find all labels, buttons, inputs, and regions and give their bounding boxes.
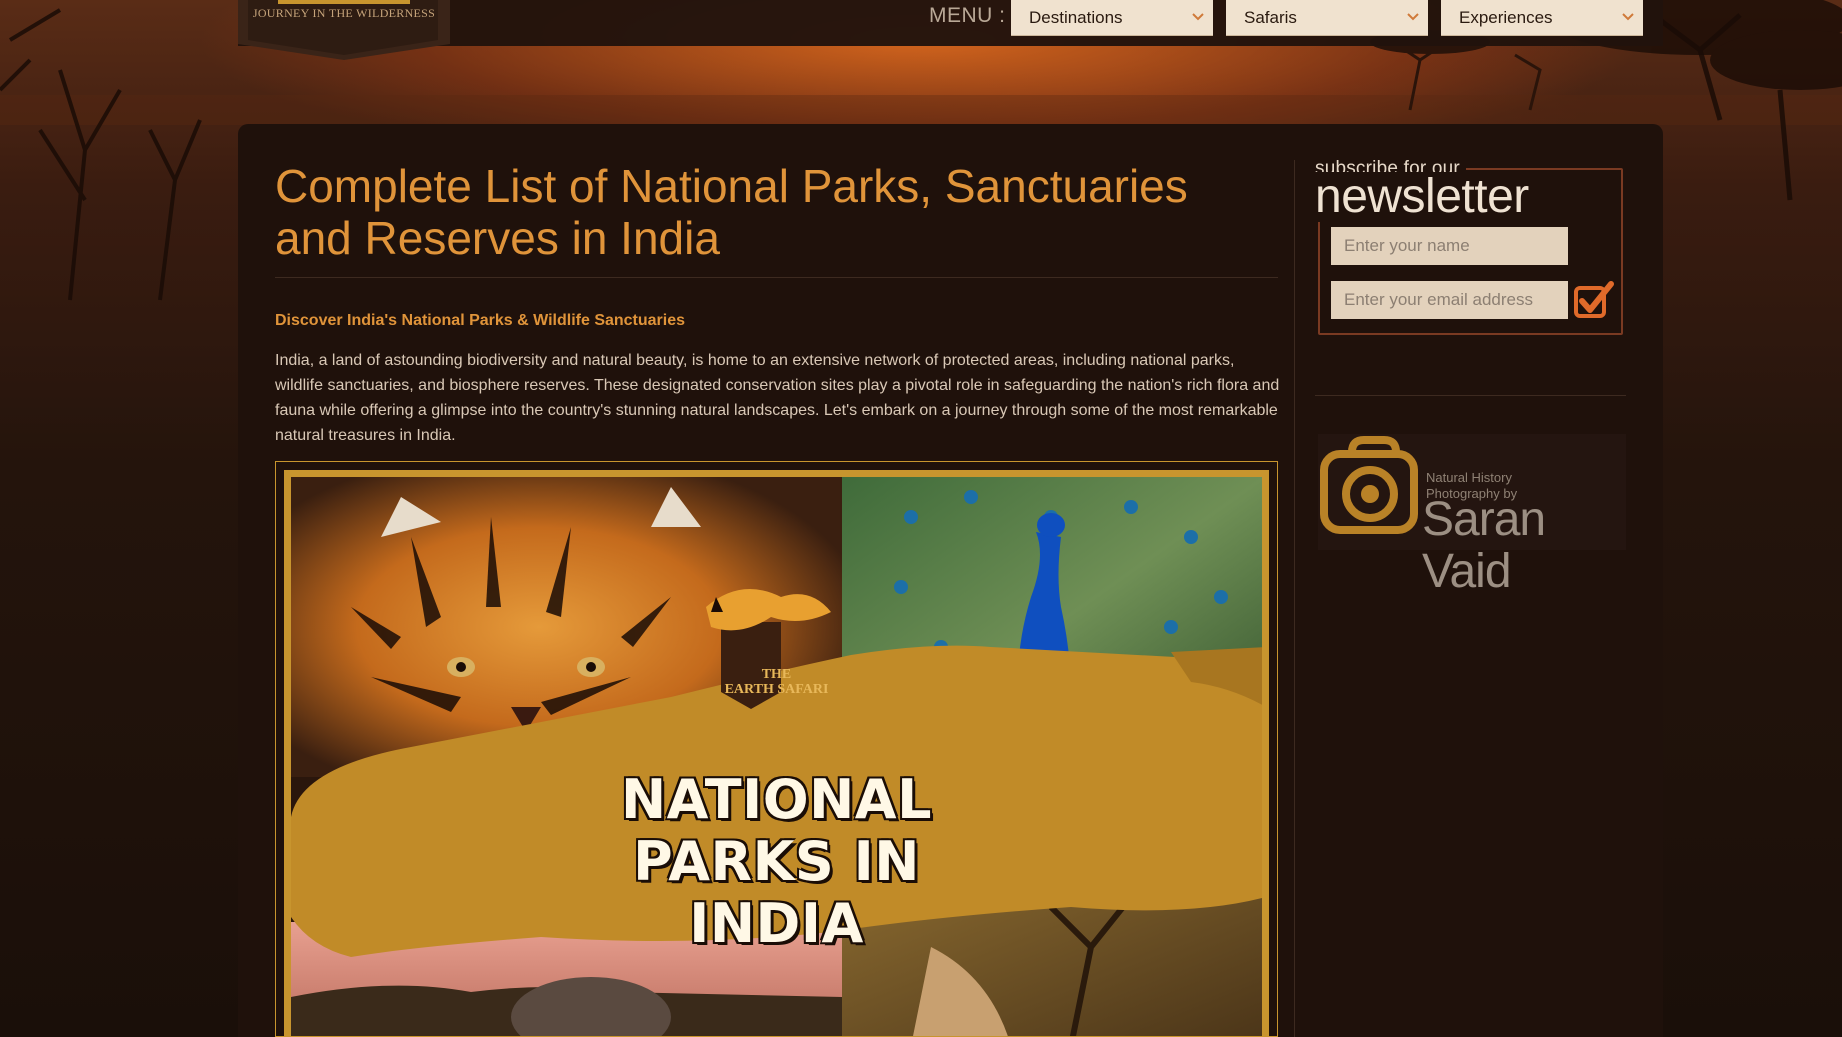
newsletter-widget: subscribe for our newsletter xyxy=(1315,158,1623,336)
site-logo[interactable]: JOURNEY IN THE WILDERNESS xyxy=(238,0,450,60)
hero-logo-line1: THE xyxy=(761,667,792,682)
destinations-dropdown[interactable]: Destinations xyxy=(1011,0,1213,36)
menu-label: MENU : xyxy=(929,4,1006,27)
page-title: Complete List of National Parks, Sanctua… xyxy=(275,160,1188,264)
chevron-down-icon xyxy=(1622,13,1634,21)
article-intro: India, a land of astounding biodiversity… xyxy=(275,352,1280,444)
hero-image-frame: THE EARTH SAFARI NATIONAL PARKS IN INDIA xyxy=(275,461,1278,1037)
safaris-dropdown[interactable]: Safaris xyxy=(1226,0,1428,36)
newsletter-email-input[interactable] xyxy=(1331,281,1568,319)
chevron-down-icon xyxy=(1192,13,1204,21)
newsletter-name-input[interactable] xyxy=(1331,227,1568,265)
camera-icon xyxy=(1320,436,1418,534)
experiences-dropdown[interactable]: Experiences xyxy=(1441,0,1643,36)
check-icon[interactable] xyxy=(1573,279,1615,321)
photographer-name: Saran Vaid xyxy=(1422,493,1546,598)
article-subheading: Discover India's National Parks & Wildli… xyxy=(275,312,686,329)
dropdown-label: Experiences xyxy=(1459,7,1553,27)
dropdown-label: Safaris xyxy=(1244,7,1297,27)
hero-headline: NATIONAL PARKS IN INDIA xyxy=(620,768,933,955)
sidebar-divider xyxy=(1294,160,1295,1037)
hero-logo-line2: EARTH SAFARI xyxy=(724,682,829,697)
sidebar-rule xyxy=(1315,395,1626,396)
chevron-down-icon xyxy=(1407,13,1419,21)
newsletter-title: newsletter xyxy=(1315,172,1535,222)
title-divider xyxy=(275,277,1278,278)
photography-banner[interactable]: Natural History Photography by Saran Vai… xyxy=(1318,434,1626,598)
logo-tagline: JOURNEY IN THE WILDERNESS xyxy=(252,6,436,20)
hero-image: THE EARTH SAFARI NATIONAL PARKS IN INDIA xyxy=(284,470,1269,1036)
dropdown-label: Destinations xyxy=(1029,7,1123,27)
